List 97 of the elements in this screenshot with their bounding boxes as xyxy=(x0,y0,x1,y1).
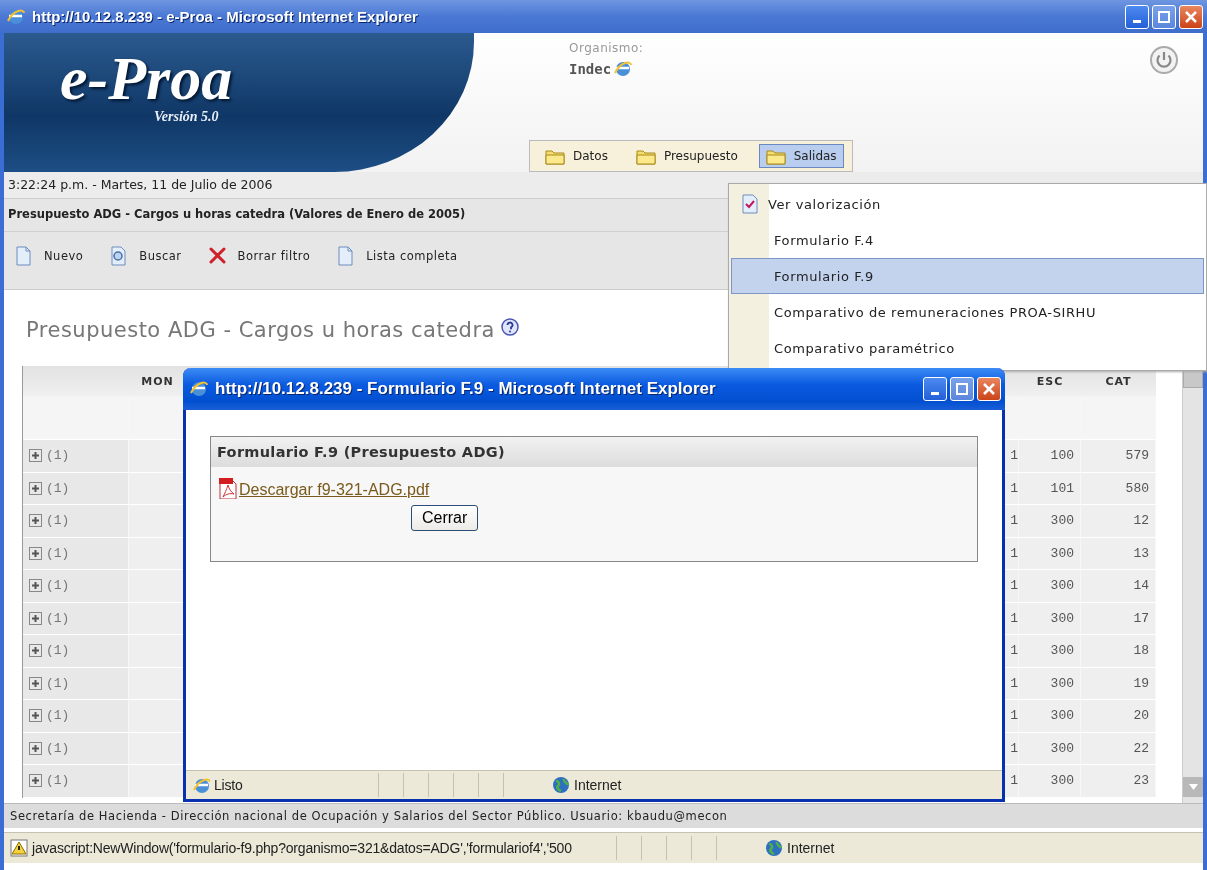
maximize-icon xyxy=(956,383,968,395)
menu-item[interactable]: Formulario F.9 xyxy=(731,258,1204,294)
minimize-icon xyxy=(1133,19,1141,23)
status-text: javascript:NewWindow('formulario-f9.php?organismo=321&datos=ADG','formulariof4','500 xyxy=(32,840,573,856)
window-title: http://10.12.8.239 - Formulario F.9 - Microsoft Internet Explorer xyxy=(215,379,717,399)
expand-icon[interactable] xyxy=(29,481,42,495)
expand-icon[interactable] xyxy=(29,449,42,463)
menu-bar-item[interactable]: Salidas xyxy=(758,144,844,168)
logo-text: e-Proa xyxy=(60,47,233,109)
help-icon[interactable] xyxy=(500,318,519,336)
row-count: (1) xyxy=(46,610,70,626)
pdf-icon xyxy=(217,477,237,499)
close-button[interactable]: Cerrar xyxy=(411,505,479,531)
table-cell: 300 xyxy=(1019,537,1081,570)
maximize-button[interactable] xyxy=(1152,4,1176,29)
power-icon[interactable] xyxy=(1149,45,1179,75)
table-cell: 579 xyxy=(1081,440,1156,473)
organismo-label: Organismo: xyxy=(569,41,645,55)
maximize-icon xyxy=(1158,10,1170,23)
close-button[interactable] xyxy=(977,377,1001,401)
table-cell: 300 xyxy=(1019,635,1081,668)
toolbar-button[interactable]: Lista completa xyxy=(336,245,458,266)
page-icon xyxy=(192,776,210,794)
row-count: (1) xyxy=(46,513,70,529)
document-icon xyxy=(14,245,34,266)
version-text: Versión 5.0 xyxy=(154,109,219,125)
row-count: (1) xyxy=(46,773,70,789)
row-count: (1) xyxy=(46,708,70,724)
folder-icon xyxy=(545,147,565,165)
expand-icon[interactable] xyxy=(29,611,42,625)
zone-text: Internet xyxy=(574,777,622,793)
table-cell: 20 xyxy=(1081,700,1156,733)
cross-icon xyxy=(207,245,228,266)
column-header: MON xyxy=(129,366,186,396)
table-cell: 300 xyxy=(1019,700,1081,733)
table-cell: 300 xyxy=(1019,667,1081,700)
table-cell: 14 xyxy=(1081,570,1156,603)
table-cell: 18 xyxy=(1081,635,1156,668)
zone-text: Internet xyxy=(787,840,836,856)
toolbar-button[interactable]: Nuevo xyxy=(14,245,84,266)
warning-icon xyxy=(10,839,28,857)
table-cell: 300 xyxy=(1019,765,1081,798)
close-icon xyxy=(1185,10,1197,23)
row-count: (1) xyxy=(46,545,70,561)
minimize-button[interactable] xyxy=(923,377,947,401)
table-cell: 101 xyxy=(1019,472,1081,505)
table-cell: 19 xyxy=(1081,667,1156,700)
row-count: (1) xyxy=(46,578,70,594)
expand-icon[interactable] xyxy=(29,644,42,658)
row-count: (1) xyxy=(46,448,70,464)
table-cell: 23 xyxy=(1081,765,1156,798)
folder-icon xyxy=(635,147,656,165)
maximize-button[interactable] xyxy=(950,377,974,401)
table-cell: 300 xyxy=(1019,602,1081,635)
row-count: (1) xyxy=(46,480,70,496)
row-count: (1) xyxy=(46,740,70,756)
row-count: (1) xyxy=(46,675,70,691)
globe-e-icon xyxy=(613,59,634,79)
page-heading: Presupuesto ADG - Cargos u horas catedra xyxy=(26,318,495,342)
menu-bar-item[interactable]: Presupuesto xyxy=(628,144,745,168)
table-cell: 17 xyxy=(1081,602,1156,635)
toolbar-button[interactable]: Borrar filtro xyxy=(207,245,311,266)
table-cell: 300 xyxy=(1019,505,1081,538)
table-cell: 100 xyxy=(1019,440,1081,473)
panel-title: Formulario F.9 (Presupuesto ADG) xyxy=(211,437,977,467)
organismo-name: Indec xyxy=(569,61,612,77)
row-count: (1) xyxy=(46,643,70,659)
table-cell: 300 xyxy=(1019,732,1081,765)
table-cell: 12 xyxy=(1081,505,1156,538)
close-icon xyxy=(983,383,995,395)
table-cell: 580 xyxy=(1081,472,1156,505)
menu-bar-item[interactable]: Datos xyxy=(538,144,615,168)
table-cell: 300 xyxy=(1019,570,1081,603)
expand-icon[interactable] xyxy=(29,546,42,560)
expand-icon[interactable] xyxy=(29,709,42,723)
minimize-button[interactable] xyxy=(1125,4,1149,29)
minimize-icon xyxy=(931,392,939,395)
status-text: Listo xyxy=(214,777,244,793)
page-icon xyxy=(189,379,209,399)
expand-icon[interactable] xyxy=(29,774,42,788)
globe-icon xyxy=(552,776,570,794)
menu-item[interactable]: Comparativo de remuneraciones PROA-SIRHU xyxy=(731,294,1204,330)
expand-icon[interactable] xyxy=(29,741,42,755)
globe-icon xyxy=(765,839,783,857)
table-cell: 22 xyxy=(1081,732,1156,765)
close-button[interactable] xyxy=(1179,4,1203,29)
table-cell: 13 xyxy=(1081,537,1156,570)
folder-icon xyxy=(765,147,786,165)
window-title: http://10.12.8.239 - e-Proa - Microsoft Internet Explorer xyxy=(32,8,419,25)
down-arrow-icon xyxy=(1188,784,1198,790)
expand-icon[interactable] xyxy=(29,514,42,528)
menu-item[interactable]: Comparativo paramétrico xyxy=(731,330,1204,366)
toolbar-button[interactable]: Buscar xyxy=(109,245,182,266)
download-link[interactable]: Descargar f9-321-ADG.pdf xyxy=(237,481,430,499)
footer-text: Secretaría de Hacienda - Dirección nacional de Ocupación y Salarios del Sector Público. Usuario: kbaudu@mecon xyxy=(4,803,1203,828)
expand-icon[interactable] xyxy=(29,579,42,593)
expand-icon[interactable] xyxy=(29,676,42,690)
